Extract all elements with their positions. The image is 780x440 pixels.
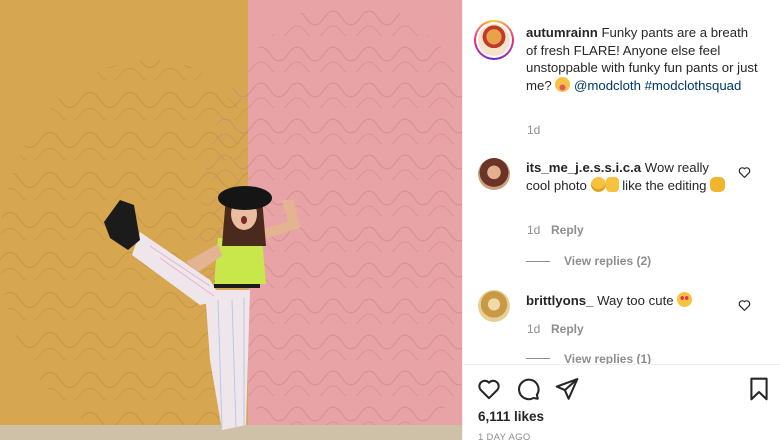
tongue-emoji-icon (555, 76, 571, 92)
heart-eyes-emoji-icon (677, 292, 693, 307)
actions-divider (462, 364, 780, 365)
comment-item: its_me_j.e.s.s.i.c.a Wow really cool pho… (526, 159, 726, 194)
comment-username[interactable]: brittlyons_ (526, 293, 593, 308)
post-timestamp: 1 DAY AGO (478, 432, 531, 440)
thumbs-up-emoji-icon (605, 176, 619, 192)
view-replies-button[interactable]: View replies (1) (526, 353, 651, 364)
likes-count[interactable]: 6,111 likes (478, 409, 544, 424)
post-caption: autumrainn Funky pants are a breath of f… (526, 24, 761, 94)
speech-bubble-icon[interactable] (515, 376, 541, 402)
bookmark-icon[interactable] (746, 376, 772, 402)
reply-button[interactable]: Reply (551, 223, 584, 237)
clap-emoji-icon (710, 176, 726, 192)
post-photo[interactable] (0, 0, 462, 440)
comment-text-2: like the editing (622, 177, 707, 193)
heart-outline-icon[interactable] (476, 376, 502, 402)
author-avatar[interactable] (474, 20, 514, 60)
paper-plane-icon[interactable] (554, 376, 580, 402)
view-replies-label: View replies (2) (564, 254, 652, 268)
hashtag-link[interactable]: #modclothsquad (645, 78, 742, 93)
mention-link[interactable]: @modcloth (574, 78, 641, 93)
commenter-avatar[interactable] (478, 290, 510, 322)
replies-divider-line (526, 260, 550, 262)
comment-username[interactable]: its_me_j.e.s.s.i.c.a (526, 160, 641, 175)
view-replies-button[interactable]: View replies (2) (526, 254, 651, 268)
reply-button[interactable]: Reply (551, 322, 584, 336)
view-replies-label: View replies (1) (564, 353, 652, 364)
author-username[interactable]: autumrainn (526, 25, 598, 40)
comment-time: 1d (527, 322, 541, 336)
comment-text: Way too cute (597, 293, 674, 308)
smile-emoji-icon (590, 176, 606, 192)
replies-divider-line (526, 358, 550, 359)
comment-item: brittlyons_ Way too cute (526, 292, 726, 310)
post-image (0, 0, 462, 440)
comment-like-icon[interactable] (738, 299, 751, 312)
caption-time: 1d (527, 123, 541, 137)
comment-like-icon[interactable] (738, 166, 751, 179)
commenter-avatar[interactable] (478, 158, 510, 190)
comment-time: 1d (527, 223, 541, 237)
